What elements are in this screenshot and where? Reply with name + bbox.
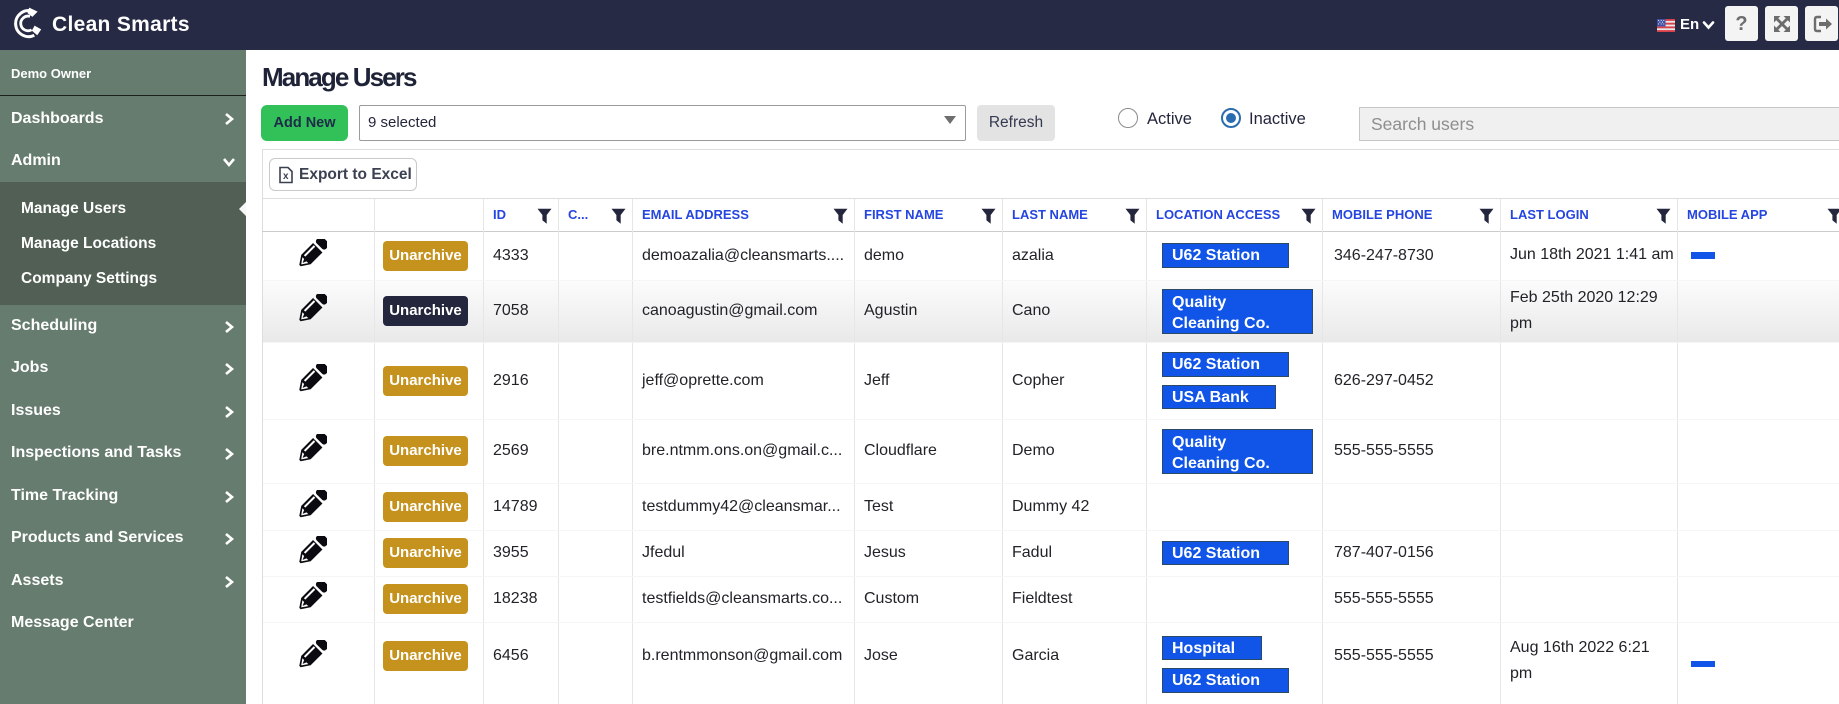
svg-text:x: x <box>283 171 289 182</box>
